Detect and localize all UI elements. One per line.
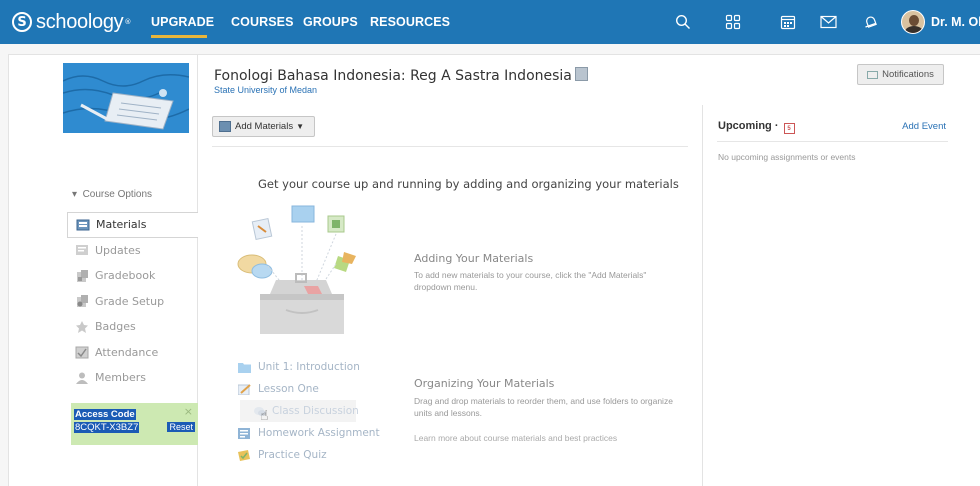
organizing-materials-text: Drag and drop materials to reorder them,… bbox=[414, 396, 673, 418]
sample-materials-list: Unit 1: Introduction Lesson One Class Di… bbox=[238, 356, 380, 466]
gradebook-icon bbox=[77, 269, 88, 282]
course-profile-picture bbox=[63, 63, 189, 133]
adding-materials-text: To add new materials to your course, cli… bbox=[414, 270, 647, 292]
notifications-button[interactable]: Notifications bbox=[857, 64, 944, 85]
add-materials-button[interactable]: Add Materials ▼ bbox=[212, 116, 315, 137]
main-content: Fonologi Bahasa Indonesia: Reg A Sastra … bbox=[198, 54, 980, 486]
nav-courses[interactable]: COURSES bbox=[231, 15, 294, 29]
nav-upgrade[interactable]: UPGRADE bbox=[151, 15, 214, 29]
calendar-icon[interactable]: 5 bbox=[783, 123, 795, 134]
list-item-label: Lesson One bbox=[258, 383, 319, 395]
envelope-icon bbox=[867, 70, 879, 79]
upcoming-title: Upcoming · 5 bbox=[718, 120, 795, 134]
sidebar-item-label: Grade Setup bbox=[95, 294, 165, 308]
course-title-text: Fonologi Bahasa Indonesia: Reg A Sastra … bbox=[214, 68, 572, 84]
schoology-logo[interactable]: S schoology ® bbox=[12, 10, 131, 34]
list-item: Unit 1: Introduction bbox=[238, 356, 380, 378]
list-item-label: Class Discussion bbox=[272, 405, 359, 417]
badges-icon bbox=[76, 320, 88, 333]
user-name[interactable]: Dr. M. Oky bbox=[931, 15, 980, 29]
search-icon[interactable] bbox=[673, 12, 693, 32]
toolbox-illustration bbox=[232, 202, 362, 342]
sidebar-item-updates[interactable]: Updates bbox=[67, 238, 207, 264]
no-upcoming-text: No upcoming assignments or events bbox=[718, 152, 856, 162]
notifications-label: Notifications bbox=[882, 69, 934, 80]
sidebar-item-grade-setup[interactable]: Grade Setup bbox=[67, 289, 207, 315]
chevron-down-icon: ▼ bbox=[296, 122, 305, 131]
materials-icon bbox=[76, 219, 90, 231]
empty-state-heading: Get your course up and running by adding… bbox=[258, 177, 679, 191]
quiz-icon bbox=[238, 449, 250, 461]
logo-text: schoology bbox=[36, 10, 124, 33]
sidebar-item-materials[interactable]: Materials bbox=[67, 212, 209, 238]
logo-s-icon: S bbox=[12, 12, 32, 32]
calendar-icon[interactable] bbox=[778, 12, 798, 32]
sidebar-item-label: Badges bbox=[95, 320, 136, 334]
sidebar-item-gradebook[interactable]: Gradebook bbox=[67, 263, 207, 289]
divider bbox=[212, 146, 688, 147]
organizing-materials-title: Organizing Your Materials bbox=[414, 377, 555, 390]
sidebar-item-label: Updates bbox=[95, 243, 141, 257]
pencil-icon bbox=[238, 383, 251, 395]
course-options-toggle[interactable]: ▾ Course Options bbox=[72, 189, 152, 200]
assignment-icon bbox=[238, 427, 250, 439]
sidebar-item-attendance[interactable]: Attendance bbox=[67, 340, 207, 366]
folder-icon bbox=[238, 362, 251, 373]
course-info-icon[interactable] bbox=[574, 67, 588, 81]
top-nav-bar: S schoology ® UPGRADE COURSES GROUPS RESO… bbox=[0, 0, 980, 44]
sidebar-item-label: Attendance bbox=[95, 345, 159, 359]
reset-access-code-button[interactable]: Reset bbox=[167, 422, 195, 432]
active-nav-underline bbox=[151, 35, 207, 38]
nav-groups[interactable]: GROUPS bbox=[303, 15, 358, 29]
sidebar-item-badges[interactable]: Badges bbox=[67, 314, 207, 340]
access-code-label: Access Code bbox=[74, 409, 136, 420]
access-code-box: Access Code × 8CQKT-X3BZ7 Reset bbox=[71, 403, 199, 445]
learn-more-link[interactable]: Learn more about course materials and be… bbox=[414, 433, 617, 443]
list-item: Practice Quiz bbox=[238, 444, 380, 466]
apps-grid-icon[interactable] bbox=[723, 12, 743, 32]
course-options-label: Course Options bbox=[82, 189, 153, 200]
adding-materials-title: Adding Your Materials bbox=[414, 252, 534, 265]
page-title: Fonologi Bahasa Indonesia: Reg A Sastra … bbox=[214, 67, 588, 84]
list-item: Homework Assignment bbox=[238, 422, 380, 444]
access-code-value[interactable]: 8CQKT-X3BZ7 bbox=[74, 422, 140, 433]
divider bbox=[717, 141, 948, 142]
members-icon bbox=[76, 372, 88, 384]
list-item: Lesson One bbox=[238, 378, 380, 400]
notifications-icon[interactable] bbox=[861, 12, 881, 32]
mail-icon[interactable] bbox=[818, 12, 838, 32]
close-icon[interactable]: × bbox=[184, 405, 193, 418]
sidebar-item-label: Materials bbox=[96, 218, 147, 232]
sidebar-item-label: Gradebook bbox=[95, 269, 156, 283]
course-school-link[interactable]: State University of Medan bbox=[214, 85, 317, 95]
add-materials-icon bbox=[219, 121, 231, 132]
upcoming-title-text: Upcoming bbox=[718, 120, 772, 132]
user-avatar[interactable] bbox=[901, 10, 925, 34]
list-item-label: Homework Assignment bbox=[258, 427, 380, 439]
add-event-link[interactable]: Add Event bbox=[902, 121, 946, 132]
updates-icon bbox=[76, 245, 88, 256]
list-item-label: Unit 1: Introduction bbox=[258, 361, 360, 373]
sidebar-item-label: Members bbox=[95, 371, 146, 385]
grade-setup-icon bbox=[77, 295, 88, 308]
course-menu: Materials Updates Gradebook Grade Setup … bbox=[67, 212, 209, 391]
nav-resources[interactable]: RESOURCES bbox=[370, 15, 450, 29]
add-materials-label: Add Materials bbox=[235, 121, 294, 132]
upcoming-panel: Upcoming · 5 Add Event No upcoming assig… bbox=[702, 105, 980, 486]
course-sidebar: ▾ Course Options Materials Updates Grade… bbox=[8, 54, 209, 486]
list-item-dragging: Class Discussion ☝ bbox=[240, 400, 359, 424]
list-item-label: Practice Quiz bbox=[258, 449, 327, 461]
sidebar-item-members[interactable]: Members bbox=[67, 365, 207, 391]
attendance-icon bbox=[75, 346, 89, 359]
